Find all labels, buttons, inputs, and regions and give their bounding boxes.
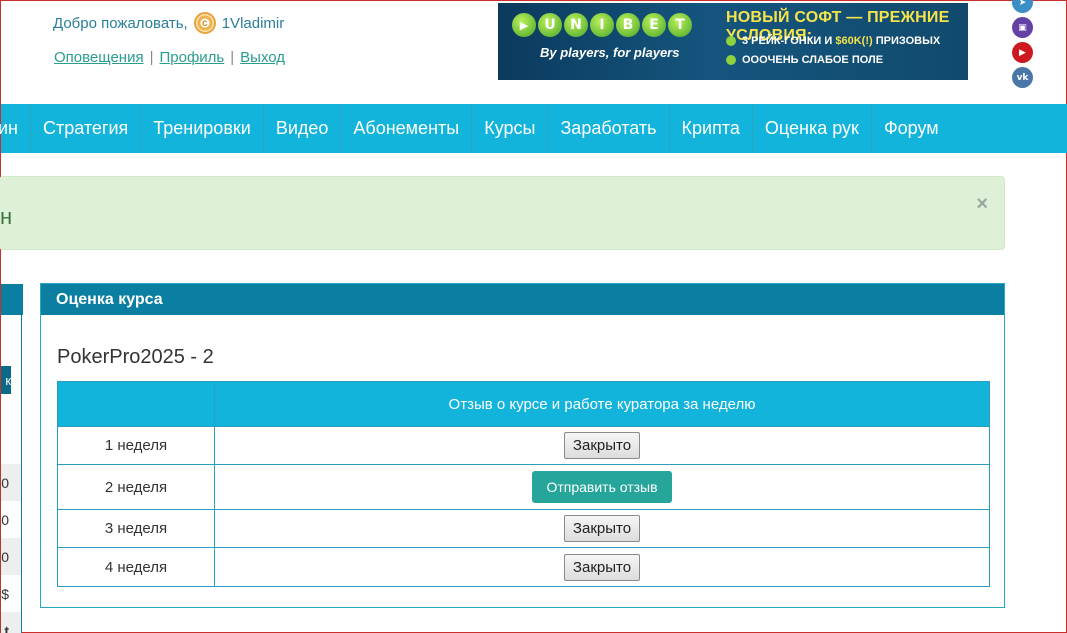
close-icon[interactable]: × (976, 193, 988, 216)
nav-item-hand-review[interactable]: Оценка рук (753, 104, 872, 153)
week-cell: 4 неделя (57, 547, 215, 587)
side-panel-header (1, 284, 23, 315)
nav-item-strategy[interactable]: Стратегия (31, 104, 142, 153)
telegram-icon[interactable]: ➤ (1012, 0, 1033, 13)
banner-tagline: By players, for players (540, 45, 680, 60)
action-cell: Закрыто (214, 426, 990, 465)
link-separator: | (230, 49, 235, 66)
side-panel-button[interactable]: к (1, 366, 11, 394)
closed-button[interactable]: Закрыто (563, 432, 641, 459)
play-icon: ▶ (512, 13, 536, 37)
action-cell: Отправить отзыв (214, 464, 990, 510)
course-title: PokerPro2025 - 2 (57, 346, 214, 368)
side-row: $ (1, 585, 9, 602)
side-row: 0 (1, 511, 9, 528)
profile-link[interactable]: Профиль (159, 49, 224, 66)
twitch-icon[interactable]: ▣ (1012, 17, 1033, 38)
table-row: 3 неделя Закрыто (57, 509, 990, 548)
column-header-week (57, 381, 215, 427)
nav-item-crypto[interactable]: Крипта (670, 104, 753, 153)
welcome-block: Добро пожаловать, c 1Vladimir (53, 12, 284, 34)
nav-item-earn[interactable]: Заработать (548, 104, 670, 153)
side-button-label: к (5, 372, 11, 388)
side-row: 0 (1, 538, 21, 575)
logo-letter: U (538, 13, 562, 37)
banner-bullet: 3 РЕЙК-ГОНКИ И $60K(!) ПРИЗОВЫХ (726, 35, 940, 47)
closed-button[interactable]: Закрыто (563, 553, 641, 581)
logo-letter: B (616, 13, 640, 37)
link-separator: | (149, 49, 154, 66)
feedback-table: Отзыв о курсе и работе куратора за недел… (57, 381, 990, 587)
youtube-icon[interactable]: ▶ (1012, 42, 1033, 63)
nav-item-forum[interactable]: Форум (872, 104, 951, 153)
alert-text: н (0, 204, 13, 229)
logout-link[interactable]: Выход (240, 49, 285, 66)
nav-item-video[interactable]: Видео (264, 104, 342, 153)
logo-letter: T (668, 13, 692, 37)
welcome-text: Добро пожаловать, (53, 14, 188, 32)
bullet-highlight: $60K(!) (835, 35, 873, 47)
success-alert: н × (0, 176, 1005, 250)
username[interactable]: 1Vladimir (222, 15, 285, 32)
banner-bullet: ОООЧЕНЬ СЛАБОЕ ПОЛЕ (726, 54, 883, 66)
table-row: 4 неделя Закрыто (57, 547, 990, 587)
main-nav: ин Стратегия Тренировки Видео Абонементы… (0, 104, 1067, 153)
social-icons: ➤ ▣ ▶ vk (1012, 0, 1033, 88)
course-evaluation-card: Оценка курса PokerPro2025 - 2 Отзыв о ку… (40, 283, 1005, 608)
action-cell: Закрыто (214, 547, 990, 587)
bullet-text: ПРИЗОВЫХ (872, 35, 941, 47)
action-cell: Закрыто (214, 509, 990, 548)
bullet-text: ОООЧЕНЬ СЛАБОЕ ПОЛЕ (742, 54, 884, 66)
bullet-icon (726, 55, 736, 65)
coin-icon: c (193, 12, 216, 34)
table-row: 2 неделя Отправить отзыв (57, 464, 990, 510)
column-header-feedback: Отзыв о курсе и работе куратора за недел… (214, 381, 990, 427)
send-feedback-button[interactable]: Отправить отзыв (532, 471, 672, 503)
notifications-link[interactable]: Оповещения (54, 49, 144, 66)
unibet-logo: ▶ U N I B E T (512, 13, 692, 37)
nav-item-subscriptions[interactable]: Абонементы (341, 104, 473, 153)
side-row: 0 (1, 464, 21, 501)
nav-item-courses[interactable]: Курсы (472, 104, 549, 153)
closed-button[interactable]: Закрыто (563, 515, 641, 542)
week-cell: 3 неделя (57, 509, 215, 548)
side-row: t (1, 612, 21, 633)
logo-letter: I (590, 13, 614, 37)
table-header-row: Отзыв о курсе и работе куратора за недел… (57, 381, 990, 427)
nav-item-main[interactable]: ин (0, 104, 31, 153)
user-links: Оповещения | Профиль | Выход (54, 49, 285, 66)
side-panel-border (21, 315, 22, 633)
week-cell: 1 неделя (57, 426, 215, 465)
logo-letter: N (564, 13, 588, 37)
bullet-icon (726, 36, 736, 46)
bullet-text: 3 РЕЙК-ГОНКИ И (742, 35, 836, 47)
card-header: Оценка курса (41, 284, 1004, 315)
unibet-banner[interactable]: ▶ U N I B E T By players, for players НО… (498, 3, 968, 80)
table-row: 1 неделя Закрыто (57, 426, 990, 465)
week-cell: 2 неделя (57, 464, 215, 510)
vk-icon[interactable]: vk (1012, 67, 1033, 88)
nav-item-training[interactable]: Тренировки (141, 104, 264, 153)
logo-letter: E (642, 13, 666, 37)
